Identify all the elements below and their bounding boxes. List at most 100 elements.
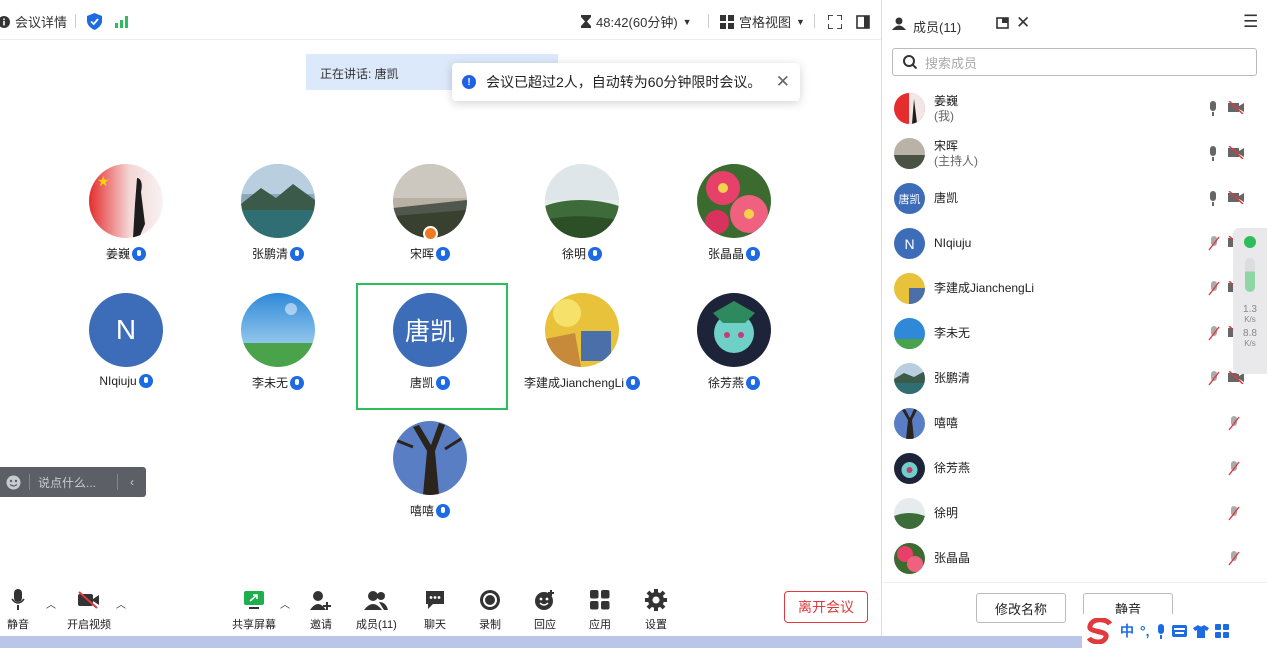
members-panel-title: 成员(11) <box>913 20 962 35</box>
microphone-icon[interactable] <box>1208 191 1218 206</box>
participant-tile[interactable]: 宋晖 <box>355 163 505 289</box>
microphone-icon[interactable] <box>1208 101 1218 116</box>
invite-label: 邀请 <box>310 619 332 631</box>
member-row[interactable]: 姜巍 (我) <box>882 86 1267 131</box>
settings-label: 设置 <box>645 619 667 631</box>
leave-meeting-button[interactable]: 离开会议 <box>784 591 868 623</box>
avatar <box>894 408 925 439</box>
microphone-icon <box>588 247 602 261</box>
close-icon[interactable]: ✕ <box>776 72 790 92</box>
member-row[interactable]: 李未无 <box>882 311 1267 356</box>
quick-chat-input[interactable]: 说点什么... ‹ <box>0 467 146 497</box>
member-name: 姜巍 (我) <box>934 94 959 123</box>
camera-off-icon <box>78 591 99 609</box>
chat-button[interactable]: 聊天 <box>423 588 447 632</box>
participant-name: NIqiuju <box>51 374 201 388</box>
member-list: 姜巍 (我) 宋晖 (主持人) 唐凯 唐凯 N NIqiuju 李建成Jianc… <box>882 86 1267 581</box>
mute-button[interactable]: 静音 <box>6 588 30 632</box>
punctuation-icon[interactable]: °, <box>1140 623 1150 639</box>
ime-mode-label[interactable]: 中 <box>1120 621 1134 641</box>
skin-shirt-icon[interactable] <box>1192 624 1209 638</box>
microphone-muted-icon[interactable] <box>1228 506 1240 521</box>
menu-icon[interactable]: ☰ <box>1243 12 1258 32</box>
collapse-arrow-icon[interactable]: ‹ <box>118 475 146 489</box>
members-button[interactable]: 成员(11) <box>356 588 397 632</box>
microphone-muted-icon[interactable] <box>1228 416 1240 431</box>
record-button[interactable]: 录制 <box>478 588 502 632</box>
avatar <box>894 318 925 349</box>
participant-tile[interactable]: 唐凯 唐凯 <box>355 292 505 418</box>
emoji-icon[interactable] <box>6 475 21 490</box>
start-video-label: 开启视频 <box>67 619 111 631</box>
chevron-down-icon: ▼ <box>682 16 692 27</box>
participant-tile[interactable]: 嘻嘻 <box>355 420 505 546</box>
participant-tile[interactable]: ★ 姜巍 <box>51 163 201 289</box>
member-row[interactable]: 徐芳燕 <box>882 446 1267 491</box>
member-row[interactable]: 唐凯 唐凯 <box>882 176 1267 221</box>
member-row[interactable]: N NIqiuju <box>882 221 1267 266</box>
view-mode-dropdown[interactable]: 宫格视图 ▼ <box>720 12 805 31</box>
participant-tile[interactable]: 张晶晶 <box>659 163 809 289</box>
microphone-icon[interactable] <box>1156 623 1166 639</box>
settings-button[interactable]: 设置 <box>644 588 668 632</box>
toolbox-grid-icon[interactable] <box>1214 624 1229 638</box>
avatar <box>697 293 771 367</box>
member-row[interactable]: 宋晖 (主持人) <box>882 131 1267 176</box>
chevron-up-icon[interactable]: ︿ <box>116 596 126 611</box>
microphone-icon <box>11 589 25 610</box>
add-user-icon <box>310 591 331 610</box>
timer-dropdown[interactable]: 48:42(60分钟) ▼ <box>581 12 692 31</box>
participant-tile[interactable]: 徐芳燕 <box>659 292 809 418</box>
participant-tile[interactable]: N NIqiuju <box>51 292 201 418</box>
avatar <box>894 498 925 529</box>
camera-off-icon[interactable] <box>1228 101 1245 114</box>
chat-bubble-icon <box>426 591 444 609</box>
microphone-muted-icon[interactable] <box>1228 461 1240 476</box>
share-screen-button[interactable]: 共享屏幕 <box>232 588 276 632</box>
signal-icon[interactable] <box>115 16 129 28</box>
chevron-up-icon[interactable]: ︿ <box>46 596 56 611</box>
popout-icon[interactable] <box>996 17 1009 29</box>
reaction-button[interactable]: 回应 <box>533 588 557 632</box>
microphone-muted-icon[interactable] <box>1208 371 1220 386</box>
sidebar-toggle-icon[interactable] <box>856 15 870 29</box>
invite-button[interactable]: 邀请 <box>309 588 333 632</box>
participant-tile[interactable]: 张鹏清 <box>203 163 353 289</box>
microphone-icon <box>138 374 153 388</box>
member-row[interactable]: 嘻嘻 <box>882 401 1267 446</box>
fullscreen-icon[interactable] <box>828 15 842 29</box>
chevron-up-icon[interactable]: ︿ <box>280 596 290 611</box>
ime-toolbar[interactable]: 中 °, <box>1082 614 1267 648</box>
rename-button[interactable]: 修改名称 <box>976 593 1066 623</box>
shield-icon[interactable] <box>87 13 102 30</box>
camera-off-icon[interactable] <box>1228 191 1245 204</box>
meeting-details-button[interactable]: 会议详情 <box>0 12 67 31</box>
participant-tile[interactable]: 李未无 <box>203 292 353 418</box>
microphone-muted-icon[interactable] <box>1208 281 1220 296</box>
member-row[interactable]: 张鹏清 <box>882 356 1267 401</box>
status-dot-icon <box>1244 236 1256 248</box>
start-video-button[interactable]: 开启视频 <box>67 588 111 632</box>
member-search-input[interactable]: 搜索成员 <box>892 48 1257 76</box>
record-icon <box>480 590 500 610</box>
share-screen-icon <box>244 591 264 609</box>
microphone-muted-icon[interactable] <box>1228 551 1240 566</box>
member-row[interactable]: 徐明 <box>882 491 1267 536</box>
member-row[interactable]: 张晶晶 <box>882 536 1267 581</box>
divider <box>29 474 30 490</box>
avatar <box>894 363 925 394</box>
participant-tile[interactable]: 李建成JianchengLi <box>507 292 657 418</box>
microphone-muted-icon[interactable] <box>1208 326 1220 341</box>
member-name: 唐凯 <box>934 191 959 205</box>
participant-tile[interactable]: 徐明 <box>507 163 657 289</box>
info-icon <box>0 15 10 28</box>
microphone-muted-icon[interactable] <box>1208 236 1220 251</box>
microphone-icon[interactable] <box>1208 146 1218 161</box>
keyboard-icon[interactable] <box>1171 625 1187 637</box>
member-row[interactable]: 李建成JianchengLi <box>882 266 1267 311</box>
apps-button[interactable]: 应用 <box>588 588 612 632</box>
avatar <box>545 293 619 367</box>
camera-off-icon[interactable] <box>1228 146 1245 159</box>
close-icon[interactable]: ✕ <box>1016 13 1030 33</box>
network-speed-widget[interactable]: 1.3 K/s 8.8 K/s <box>1233 228 1267 374</box>
